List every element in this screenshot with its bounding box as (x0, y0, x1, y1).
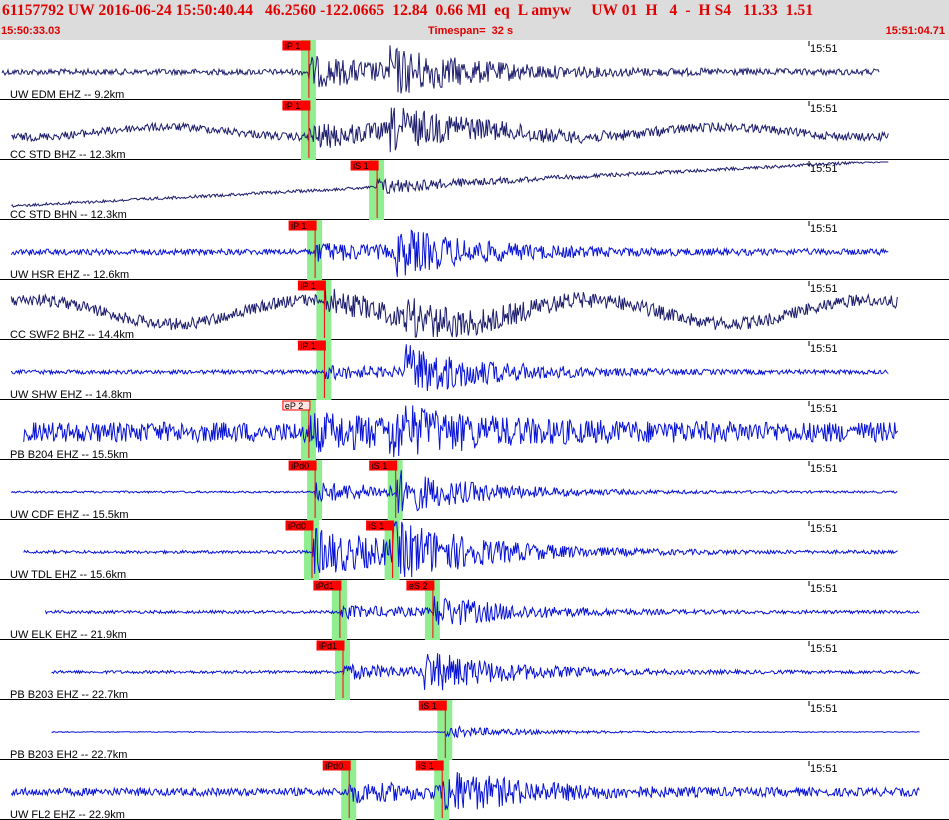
channel-label: UW EDM EHZ -- 9.2km (10, 89, 124, 101)
minute-tick-label: 15:51 (810, 703, 838, 715)
minute-tick-label: 15:51 (810, 583, 838, 595)
waveform-trace (10, 470, 898, 514)
waveform-trace (1, 45, 880, 94)
channel-label: PB B204 EHZ -- 15.5km (10, 449, 128, 461)
channel-label: UW ELK EHZ -- 21.9km (10, 629, 127, 641)
p-pick-label: iPd0 (288, 521, 306, 531)
minute-tick-label: 15:51 (810, 343, 838, 355)
channel-row: 15:51 iP 1 CC SWF2 BHZ -- 14.4km (0, 280, 949, 341)
event-summary-line: 61157792 UW 2016-06-24 15:50:40.44 46.25… (2, 2, 814, 19)
channel-row: 15:51 eP 2 PB B204 EHZ -- 15.5km (0, 400, 949, 461)
seismogram-panel[interactable]: 15:51 iP 1 UW EDM EHZ -- 9.2km 15:51 iP 1 CC … (0, 40, 949, 820)
channel-row: 15:51iS 1CC STD BHN -- 12.3km (0, 160, 949, 221)
waveform-trace (11, 107, 889, 153)
channel-label: UW TDL EHZ -- 15.6km (10, 569, 126, 581)
event-header: 61157792 UW 2016-06-24 15:50:40.44 46.25… (0, 0, 949, 40)
channel-row: 15:51 iS 1 PB B203 EH2 -- 22.7km (0, 700, 949, 761)
minute-tick-label: 15:51 (810, 403, 838, 415)
waveform-trace (10, 344, 889, 392)
minute-tick-label: 15:51 (810, 643, 838, 655)
minute-tick-label: 15:51 (810, 463, 838, 475)
p-pick-label: iP 1 (300, 281, 315, 291)
channel-label: PB B203 EH2 -- 22.7km (10, 749, 127, 761)
channel-row: 15:51 iP 1 UW HSR EHZ -- 12.6km (0, 220, 949, 281)
waveform-trace (10, 229, 889, 278)
channel-label: CC STD BHZ -- 12.3km (10, 149, 126, 161)
waveform-trace (51, 653, 920, 691)
channel-row: 15:51 iPd1 PB B203 EHZ -- 22.7km (0, 640, 949, 701)
channel-row: 15:51 iPd0 iS 1 UW FL2 EHZ -- 22.9km (0, 760, 949, 820)
waveform-trace (11, 160, 889, 208)
s-pick-label: iS 1 (418, 761, 434, 771)
minute-tick-label: 15:51 (810, 523, 838, 535)
channel-label: UW HSR EHZ -- 12.6km (10, 269, 129, 281)
channel-label: UW FL2 EHZ -- 22.9km (10, 809, 125, 820)
waveform-trace (10, 771, 920, 811)
p-pick-label: iP 1 (285, 41, 300, 51)
timespan-label: Timespan= 32 s (428, 25, 514, 37)
window-start-time: 15:50:33.03 (1, 25, 61, 37)
p-pick-label: iPd0 (291, 461, 309, 471)
channel-label: PB B203 EHZ -- 22.7km (10, 689, 128, 701)
s-pick-label: iS 1 (372, 461, 388, 471)
channel-row: 15:51 iP 1 CC STD BHZ -- 12.3km (0, 100, 949, 161)
p-pick-label: iPd0 (325, 761, 343, 771)
p-pick-label: iP 1 (291, 221, 306, 231)
waveform-trace (23, 521, 898, 578)
p-pick-label: iP 1 (285, 101, 300, 111)
channel-label: CC SWF2 BHZ -- 14.4km (10, 329, 134, 341)
s-pick-label: iS 1 (369, 521, 385, 531)
window-end-time: 15:51:04.71 (885, 25, 945, 37)
p-pick-label: eP 2 (285, 401, 303, 411)
waveform-trace (10, 288, 898, 338)
minute-tick-label: 15:51 (810, 103, 838, 115)
p-pick-label: iP 1 (300, 341, 315, 351)
channel-label: UW CDF EHZ -- 15.5km (10, 509, 129, 521)
p-pick-label: iPd1 (316, 581, 334, 591)
channel-label: UW SHW EHZ -- 14.8km (10, 389, 132, 401)
waveform-trace (23, 405, 899, 458)
waveform-trace (51, 725, 920, 739)
p-pick-label: iPd1 (319, 641, 337, 651)
s-pick-label: eS 2 (409, 581, 428, 591)
channel-row: 15:51 iPd1 eS 2 UW ELK EHZ -- 21.9km (0, 580, 949, 641)
minute-tick-label: 15:51 (810, 763, 838, 775)
minute-tick-label: 15:51 (810, 43, 838, 55)
channel-row: 15:51 iP 1 UW SHW EHZ -- 14.8km (0, 340, 949, 401)
channel-row: 15:51 iPd0 iS 1 UW CDF EHZ -- 15.5km (0, 460, 949, 521)
minute-tick-label: 15:51 (810, 223, 838, 235)
waveform-trace (44, 596, 920, 626)
channel-row: 15:51 iP 1 UW EDM EHZ -- 9.2km (0, 40, 949, 101)
channel-label: CC STD BHN -- 12.3km (10, 209, 127, 221)
s-pick-label: iS 1 (353, 161, 369, 171)
minute-tick-label: 15:51 (810, 283, 838, 295)
s-pick-label: iS 1 (421, 701, 437, 711)
channel-row: 15:51 iPd0 iS 1 UW TDL EHZ -- 15.6km (0, 520, 949, 581)
